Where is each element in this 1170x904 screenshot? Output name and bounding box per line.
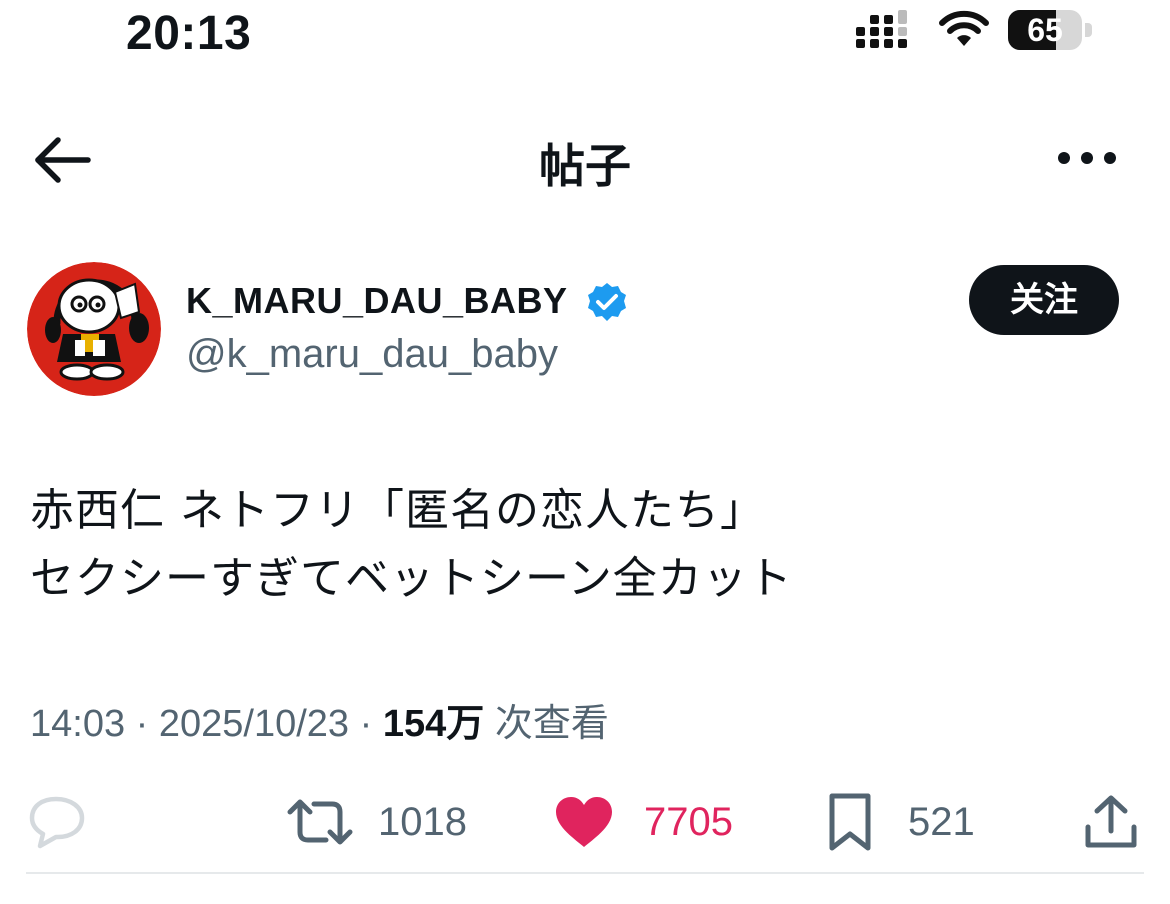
meta-separator: · [135,703,149,745]
bookmark-icon [829,793,871,851]
like-count: 7705 [644,799,733,844]
reply-icon [29,796,85,849]
bookmark-count: 521 [908,799,975,844]
page-title: 帖子 [539,140,631,192]
signal-bars-icon [856,10,907,48]
avatar[interactable] [27,262,161,396]
meta-separator: · [359,703,373,745]
tweet-time[interactable]: 14:03 [30,703,125,745]
share-icon [1085,795,1137,848]
retweet-count: 1018 [378,799,467,844]
divider [26,872,1144,874]
reply-button[interactable] [26,790,112,854]
ellipsis-icon [1058,152,1116,164]
views-label: 次查看 [494,701,609,745]
more-options-button[interactable] [1052,140,1122,176]
verified-badge-icon [588,283,626,321]
tweet-date[interactable]: 2025/10/23 [159,703,349,745]
tweet-meta: 14:03 · 2025/10/23 · 154万 次查看 [30,692,609,747]
author-display-name[interactable]: K_MARU_DAU_BABY [186,280,568,322]
battery-level: 65 [1027,12,1063,48]
retweet-icon [287,799,353,845]
tweet-text-line: 赤西仁 ネトフリ「匿名の恋人たち」 [30,485,765,536]
wifi-icon [939,10,989,46]
bookmark-button[interactable]: 521 [826,790,975,854]
like-button[interactable]: 7705 [554,790,733,854]
battery-icon: 65 [1008,10,1082,50]
share-button[interactable] [1082,790,1140,854]
status-time: 20:13 [126,7,252,60]
battery-indicator: 65 [1008,10,1094,50]
author-handle[interactable]: @k_maru_dau_baby [186,332,558,377]
heart-icon [556,797,612,847]
views-count: 154万 [382,703,485,745]
follow-button[interactable]: 关注 [969,265,1119,335]
battery-cap [1085,23,1092,37]
retweet-button[interactable]: 1018 [286,790,467,854]
tweet-text-line: セクシーすぎてベットシーン全カット [30,553,793,604]
